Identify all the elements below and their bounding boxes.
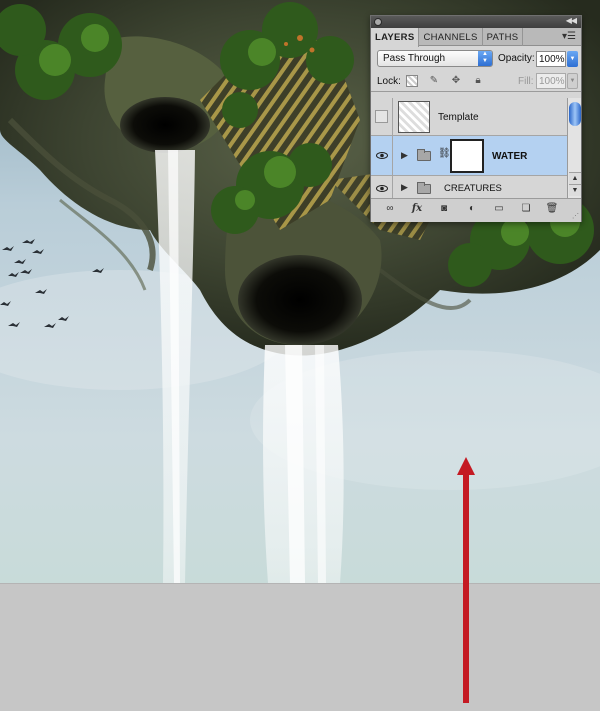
visibility-cell[interactable] (371, 136, 393, 175)
layer-mask-thumbnail[interactable] (450, 139, 484, 173)
tab-layers[interactable]: LAYERS (371, 28, 420, 47)
lock-label: Lock: (377, 76, 401, 87)
close-icon[interactable] (374, 18, 382, 26)
lock-position-move-icon[interactable]: ✥ (450, 75, 462, 87)
pasteboard (0, 583, 600, 711)
layer-mask-icon[interactable]: ◙ (435, 203, 453, 217)
lock-all-padlock-icon[interactable]: 🔒︎ (472, 75, 484, 87)
layers-panel: ◀◀ LAYERS CHANNELS PATHS ▾☰ Pass Through… (370, 15, 582, 222)
collapse-icon[interactable]: ◀◀ (566, 16, 577, 25)
opacity-dropdown-button[interactable]: ▼ (567, 51, 578, 67)
new-group-icon[interactable]: ▭ (490, 203, 508, 217)
layer-name[interactable]: CREATURES (444, 183, 502, 194)
visibility-cell[interactable] (371, 176, 393, 199)
trash-icon[interactable]: 🗑︎ (543, 203, 561, 217)
eye-icon[interactable] (376, 185, 388, 192)
panel-titlebar[interactable]: ◀◀ (371, 16, 581, 28)
blend-row: Pass Through ▲ ▼ Opacity: 100% ▼ (371, 46, 581, 70)
blend-mode-select[interactable]: Pass Through ▲ ▼ (377, 50, 493, 67)
expand-arrow-icon[interactable]: ▶ (401, 150, 408, 161)
panel-footer: ∞ fx ◙ ◐ ▭ ❏ 🗑︎ ⋰ (371, 198, 581, 222)
resize-grip-icon[interactable]: ⋰ (572, 212, 579, 220)
panel-tabs: LAYERS CHANNELS PATHS ▾☰ (371, 28, 581, 47)
panel-menu-icon[interactable]: ▾☰ (562, 31, 576, 42)
chain-link-icon[interactable]: ⛓ (438, 148, 451, 159)
layer-row-template[interactable]: Template (371, 98, 567, 136)
fill-label: Fill: (518, 76, 534, 87)
annotation-arrow (457, 457, 475, 703)
opacity-input[interactable]: 100% (536, 51, 566, 67)
fx-icon[interactable]: fx (408, 203, 426, 217)
scroll-down-icon[interactable]: ▼ (569, 184, 581, 196)
layer-row-water[interactable]: ▶ ⛓ WATER (371, 136, 567, 176)
layer-name[interactable]: Template (438, 112, 479, 123)
fill-dropdown-button[interactable]: ▼ (567, 73, 578, 89)
layers-list: Template ▶ ⛓ WATER ▶ CREATURES (371, 98, 567, 200)
layer-name[interactable]: WATER (492, 151, 527, 162)
scroll-up-icon[interactable]: ▲ (569, 172, 581, 184)
eye-icon[interactable] (376, 152, 388, 159)
expand-arrow-icon[interactable]: ▶ (401, 182, 408, 193)
layers-scrollbar[interactable]: ▲ ▼ (567, 98, 581, 198)
lock-transparency-icon[interactable] (406, 75, 418, 87)
tab-paths[interactable]: PATHS (483, 28, 524, 46)
opacity-label: Opacity: (498, 53, 535, 64)
lock-pixels-brush-icon[interactable]: ✎ (428, 75, 440, 87)
link-layers-icon[interactable]: ∞ (381, 203, 399, 217)
scroll-thumb[interactable] (569, 102, 581, 126)
folder-icon (417, 149, 431, 161)
blend-mode-value: Pass Through (383, 53, 446, 64)
lock-row: Lock: ✎ ✥ 🔒︎ Fill: 100% ▼ (371, 70, 581, 92)
visibility-off-box[interactable] (375, 110, 388, 123)
visibility-cell[interactable] (371, 98, 393, 135)
fill-input[interactable]: 100% (536, 73, 566, 89)
tab-channels[interactable]: CHANNELS (419, 28, 483, 46)
new-layer-icon[interactable]: ❏ (517, 203, 535, 217)
adjustment-layer-icon[interactable]: ◐ (463, 203, 481, 217)
layer-row-creatures[interactable]: ▶ CREATURES (371, 176, 567, 200)
folder-icon (417, 182, 431, 194)
layer-thumbnail (398, 101, 430, 133)
select-arrows-icon: ▲ ▼ (478, 51, 492, 66)
